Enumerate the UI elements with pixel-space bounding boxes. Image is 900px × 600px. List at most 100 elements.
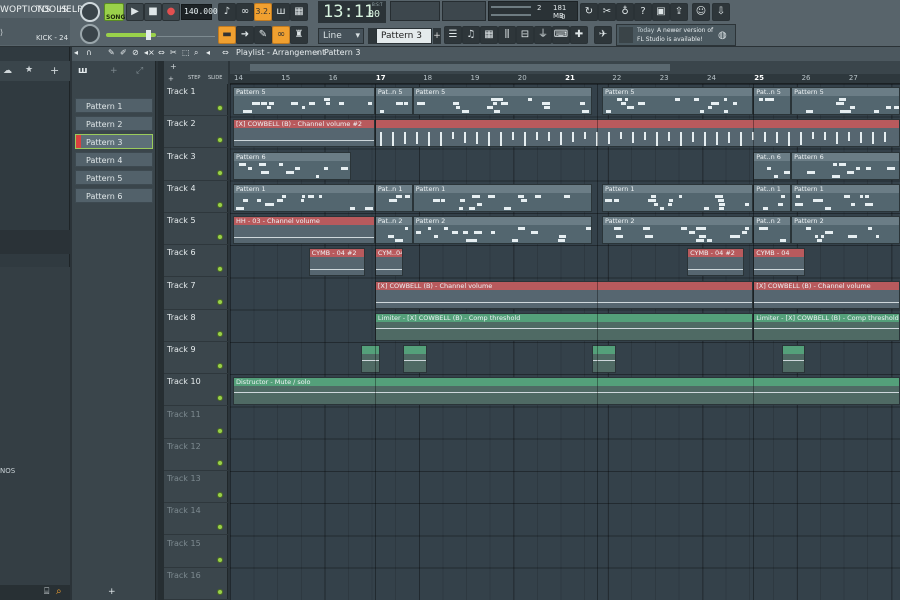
mute-tool-icon[interactable]: ◂× (144, 48, 155, 57)
playlist-clip[interactable]: Limiter - [X] COWBELL (B) - Comp thresho… (374, 312, 754, 341)
cut-button[interactable]: ✂ (598, 3, 616, 21)
track-mute-led[interactable] (217, 266, 223, 273)
search-icon[interactable]: ⌕ (56, 586, 62, 597)
master-pitch-track[interactable] (157, 36, 215, 37)
time-scrollbar-thumb[interactable] (250, 64, 670, 71)
playlist-clip[interactable] (403, 345, 427, 373)
track-mute-led[interactable] (217, 556, 223, 563)
pattern-item[interactable]: Pattern 1 (75, 98, 153, 113)
playlist-titlebar[interactable]: ◂ ∩ ✎ ✐ ⊘ ◂× ⇔ ✂ ⬚ ⌕ ◂ ⇔ Playlist - Arra… (72, 47, 900, 61)
track-mute-led[interactable] (217, 105, 223, 111)
microphone-button[interactable]: ♁ (616, 3, 634, 21)
typing-keyboard-button[interactable]: ▦ (290, 3, 308, 21)
countdown-button[interactable]: 3.2. (254, 3, 272, 21)
track-header[interactable]: Track 13 (164, 471, 228, 503)
playlist-clip[interactable]: Pat..n 5 (374, 87, 413, 115)
track-mute-led[interactable] (217, 459, 223, 466)
pattern-item[interactable]: Pattern 4 (75, 152, 153, 167)
play-button[interactable]: ▶ (126, 3, 144, 21)
track-header[interactable]: Track 5 (164, 213, 228, 245)
add-track-icon[interactable]: + (108, 587, 116, 597)
playlist-clip[interactable]: Pattern 6 (791, 151, 900, 180)
playlist-clip[interactable]: Pat..n 2 (753, 216, 792, 244)
playlist-add-track-icon[interactable]: + (168, 75, 174, 83)
pattern-picker-icon[interactable]: ш (78, 66, 92, 78)
track-header[interactable]: Track 2 (164, 116, 228, 149)
pencil-tool-icon[interactable]: ✎ (108, 48, 115, 57)
playlist-clip[interactable]: Pattern 5 (233, 87, 375, 115)
playlist-clip[interactable]: HH - 03 - Channel volume (233, 216, 375, 244)
mixer-button[interactable]: ⫼ (498, 26, 516, 44)
arrow-button[interactable]: ➜ (236, 26, 254, 44)
delete-tool-icon[interactable]: ⊘ (132, 48, 139, 57)
main-pitch-knob[interactable] (80, 24, 100, 44)
draw-tool-button[interactable]: ✎ (254, 26, 272, 44)
chat-button[interactable]: ☺ (692, 3, 710, 21)
tutorial-button[interactable]: ✈ (594, 26, 612, 44)
playlist-clip[interactable]: [X] COWBELL (B) - Channel volume (374, 280, 754, 309)
pattern-expand-icon[interactable]: ⤢ (136, 66, 143, 76)
snap-selector[interactable]: Line ▾ (318, 28, 364, 44)
track-header[interactable]: Track 16 (164, 568, 228, 600)
paint-tool-icon[interactable]: ✐ (120, 48, 127, 57)
pattern-item[interactable]: Pattern 5 (75, 170, 153, 185)
playlist-clip[interactable]: CYMB - 04 (753, 248, 806, 277)
main-volume-knob[interactable] (80, 2, 100, 22)
playlist-nav-icon[interactable]: ⇔ (222, 48, 229, 57)
pattern-item[interactable]: Pattern 3 (75, 134, 153, 149)
folder-icon[interactable]: ⌸ (44, 587, 49, 597)
timeline-ruler[interactable]: 14 15 16 17 18 19 20 21 22 23 24 25 26 27 (230, 74, 900, 84)
add-icon[interactable]: + (50, 64, 59, 77)
playlist-clip[interactable]: Distructor - Mute / solo (233, 377, 900, 406)
playlist-clip[interactable] (592, 345, 617, 373)
stop-button[interactable]: ■ (144, 3, 162, 21)
snap-magnet-button[interactable]: ▬ (218, 26, 236, 44)
track-header[interactable]: Track 15 (164, 536, 228, 568)
track-header[interactable]: Track 9 (164, 342, 228, 374)
cloud-icon[interactable]: ☁ (3, 66, 12, 76)
track-mute-led[interactable] (217, 395, 223, 402)
slice-tool-icon[interactable]: ✂ (170, 48, 177, 57)
playlist-clip[interactable]: Limiter - [X] COWBELL (B) - Comp thresho… (753, 312, 900, 341)
playlist-clip[interactable]: Pattern 1 (233, 183, 375, 212)
playlist-clip[interactable]: Pattern 1 (791, 183, 900, 212)
playback-tool-icon[interactable]: ◂ (206, 48, 210, 57)
playlist-clip[interactable]: Pattern 5 (791, 87, 900, 115)
time-display[interactable]: 13:11 00 B:S:T (318, 1, 386, 23)
track-mute-led[interactable] (217, 234, 223, 240)
zoom-tool-icon[interactable]: ⌕ (194, 48, 198, 58)
export-button[interactable]: ⇪ (670, 3, 688, 21)
pattern-item[interactable]: Pattern 6 (75, 188, 153, 203)
master-volume-handle[interactable] (146, 30, 151, 40)
track-header[interactable]: Track 7 (164, 278, 228, 310)
select-tool-icon[interactable]: ⬚ (182, 48, 190, 57)
playlist-button[interactable]: ☰ (444, 26, 462, 44)
playlist-clip[interactable]: Pattern 5 (601, 87, 754, 115)
star-icon[interactable]: ★ (25, 65, 33, 75)
pat-song-toggle[interactable]: SONG (104, 3, 125, 21)
step-edit-button[interactable]: ш (272, 3, 290, 21)
track-header[interactable]: Track 12 (164, 439, 228, 471)
plugin-picker-button[interactable]: ⏚ (534, 26, 552, 44)
pattern-selector[interactable]: Pattern 3 (376, 28, 432, 44)
plugin-button[interactable]: ✚ (570, 26, 588, 44)
playlist-clip[interactable]: Pat..n 1 (374, 183, 413, 212)
stamp-button[interactable]: ♜ (290, 26, 308, 44)
pattern-add-icon[interactable]: + (110, 66, 118, 76)
track-mute-led[interactable] (217, 169, 223, 176)
playlist-menu-icon[interactable]: ◂ (74, 48, 78, 57)
track-header[interactable]: Track 10 (164, 374, 228, 407)
globe-icon[interactable]: ◍ (718, 30, 727, 41)
track-header[interactable]: Track 3 (164, 149, 228, 181)
track-mute-led[interactable] (217, 524, 223, 531)
playlist-clip[interactable]: Pat..n 2 (374, 216, 413, 244)
pattern-prev-button[interactable] (368, 28, 376, 44)
touch-keyboard-button[interactable]: ⌨ (552, 26, 570, 44)
track-header[interactable]: Track 4 (164, 181, 228, 213)
playlist-clip[interactable]: Pat..n 1 (753, 183, 792, 212)
tempo-display[interactable]: 140.000 (181, 4, 218, 20)
playlist-clip[interactable]: [X] COWBELL (B) - Channel volume (753, 280, 900, 309)
track-header[interactable]: Track 6 (164, 245, 228, 278)
playlist-grid[interactable]: Pattern 5 Pat..n 5 Pattern 5 Pattern 5 Pat..… (230, 84, 900, 600)
playlist-clip[interactable]: [X] COWBELL (B) - Channel volume #2 (233, 119, 375, 148)
